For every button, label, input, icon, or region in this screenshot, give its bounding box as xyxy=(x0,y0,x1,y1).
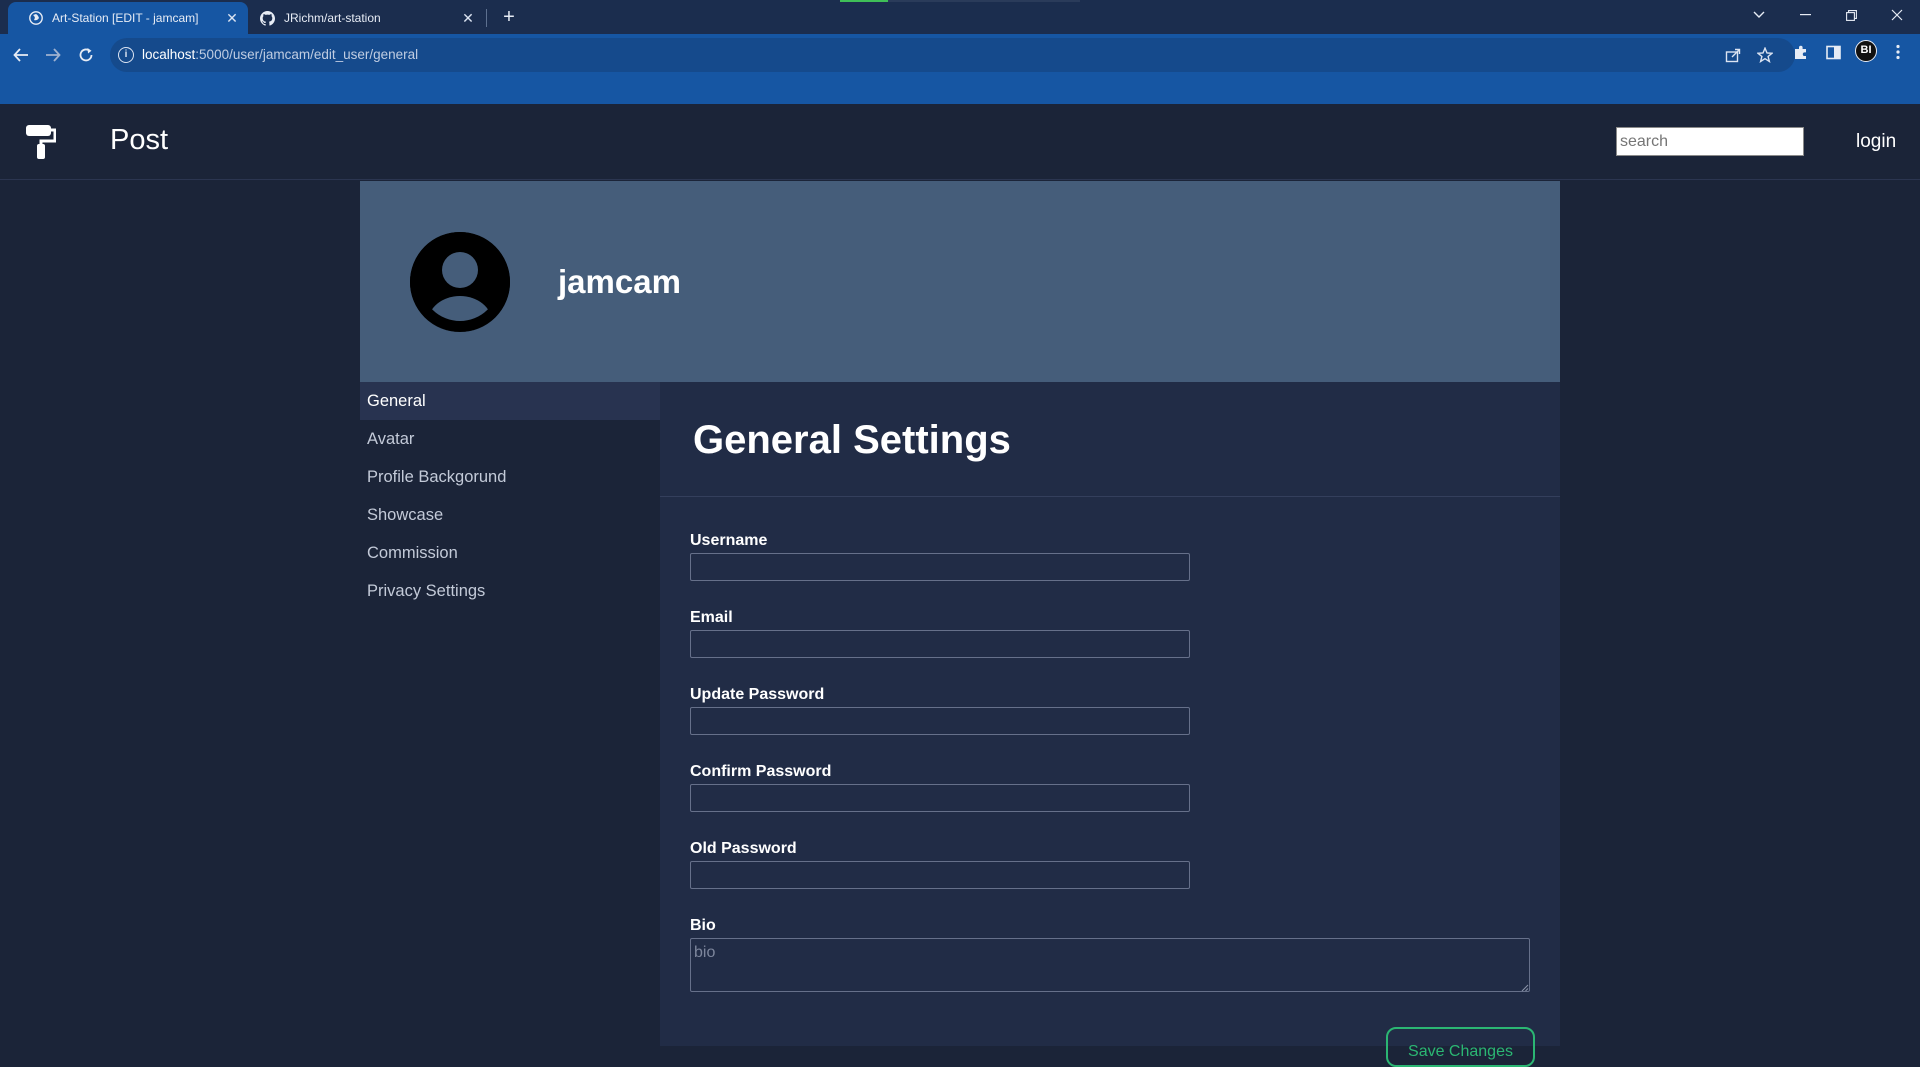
resize-handle-icon[interactable] xyxy=(1521,979,1529,992)
paint-roller-icon[interactable] xyxy=(24,124,57,160)
profile-username: jamcam xyxy=(558,263,681,300)
site-brand[interactable]: Post xyxy=(110,124,168,157)
sidebar-item-avatar[interactable]: Avatar xyxy=(360,420,660,458)
tab-title: Art-Station [EDIT - jamcam] xyxy=(52,11,199,25)
old-password-field[interactable] xyxy=(690,861,1190,889)
settings-panel: General Settings Username Email Update P… xyxy=(660,382,1560,1067)
divider xyxy=(660,496,1560,497)
sidebar-item-profile-background[interactable]: Profile Backgorund xyxy=(360,458,660,496)
close-window-icon[interactable] xyxy=(1874,0,1920,30)
extensions-puzzle-icon[interactable] xyxy=(1791,42,1811,62)
username-label: Username xyxy=(690,532,768,549)
bio-textarea[interactable] xyxy=(690,938,1530,992)
old-password-label: Old Password xyxy=(690,840,797,857)
email-label: Email xyxy=(690,609,733,626)
page-title: General Settings xyxy=(693,418,1011,462)
back-arrow-icon[interactable] xyxy=(5,39,37,71)
sidebar-item-commission[interactable]: Commission xyxy=(360,534,660,572)
browser-profile-avatar[interactable]: BI xyxy=(1855,40,1877,62)
globe-icon xyxy=(28,11,43,26)
update-password-field[interactable] xyxy=(690,707,1190,735)
email-field[interactable] xyxy=(690,630,1190,658)
url-text: localhost:5000/user/jamcam/edit_user/gen… xyxy=(142,47,419,62)
minimize-icon[interactable] xyxy=(1782,0,1828,30)
browser-tab-art-station[interactable]: Art-Station [EDIT - jamcam] ✕ xyxy=(8,2,248,34)
login-link[interactable]: login xyxy=(1856,131,1896,153)
username-field[interactable] xyxy=(690,553,1190,581)
sidebar-item-general[interactable]: General xyxy=(360,382,660,420)
confirm-password-label: Confirm Password xyxy=(690,763,832,780)
profile-banner: jamcam xyxy=(360,181,1560,382)
search-input[interactable] xyxy=(1616,127,1804,156)
user-avatar-icon xyxy=(410,232,510,332)
tab-separator xyxy=(486,9,487,27)
more-menu-icon[interactable] xyxy=(1888,42,1908,62)
sidebar-item-showcase[interactable]: Showcase xyxy=(360,496,660,534)
reload-icon[interactable] xyxy=(70,39,102,71)
browser-tab-github[interactable]: JRichm/art-station ✕ xyxy=(240,2,484,34)
bio-label: Bio xyxy=(690,917,716,934)
new-tab-icon[interactable]: + xyxy=(498,6,520,28)
restore-icon[interactable] xyxy=(1828,0,1874,30)
close-tab-icon[interactable]: ✕ xyxy=(460,10,476,26)
close-tab-icon[interactable]: ✕ xyxy=(224,10,240,26)
loading-indicator xyxy=(840,0,1080,2)
confirm-password-field[interactable] xyxy=(690,784,1190,812)
tab-search-icon[interactable] xyxy=(1736,0,1782,30)
share-icon[interactable] xyxy=(1724,46,1742,64)
forward-arrow-icon[interactable] xyxy=(37,39,69,71)
save-changes-button[interactable]: Save Changes xyxy=(1386,1027,1535,1067)
address-bar[interactable]: i localhost:5000/user/jamcam/edit_user/g… xyxy=(110,38,1795,72)
side-panel-icon[interactable] xyxy=(1823,42,1843,62)
site-header: Post login xyxy=(0,104,1920,180)
tab-title: JRichm/art-station xyxy=(284,11,381,25)
site-info-icon[interactable]: i xyxy=(118,47,134,63)
bookmark-star-icon[interactable] xyxy=(1756,46,1774,64)
settings-sidebar: General Avatar Profile Backgorund Showca… xyxy=(360,382,660,1046)
browser-toolbar: i localhost:5000/user/jamcam/edit_user/g… xyxy=(0,34,1920,104)
browser-tab-bar: Art-Station [EDIT - jamcam] ✕ JRichm/art… xyxy=(0,0,1920,34)
update-password-label: Update Password xyxy=(690,686,825,703)
sidebar-item-privacy-settings[interactable]: Privacy Settings xyxy=(360,572,660,610)
github-icon xyxy=(260,10,275,26)
